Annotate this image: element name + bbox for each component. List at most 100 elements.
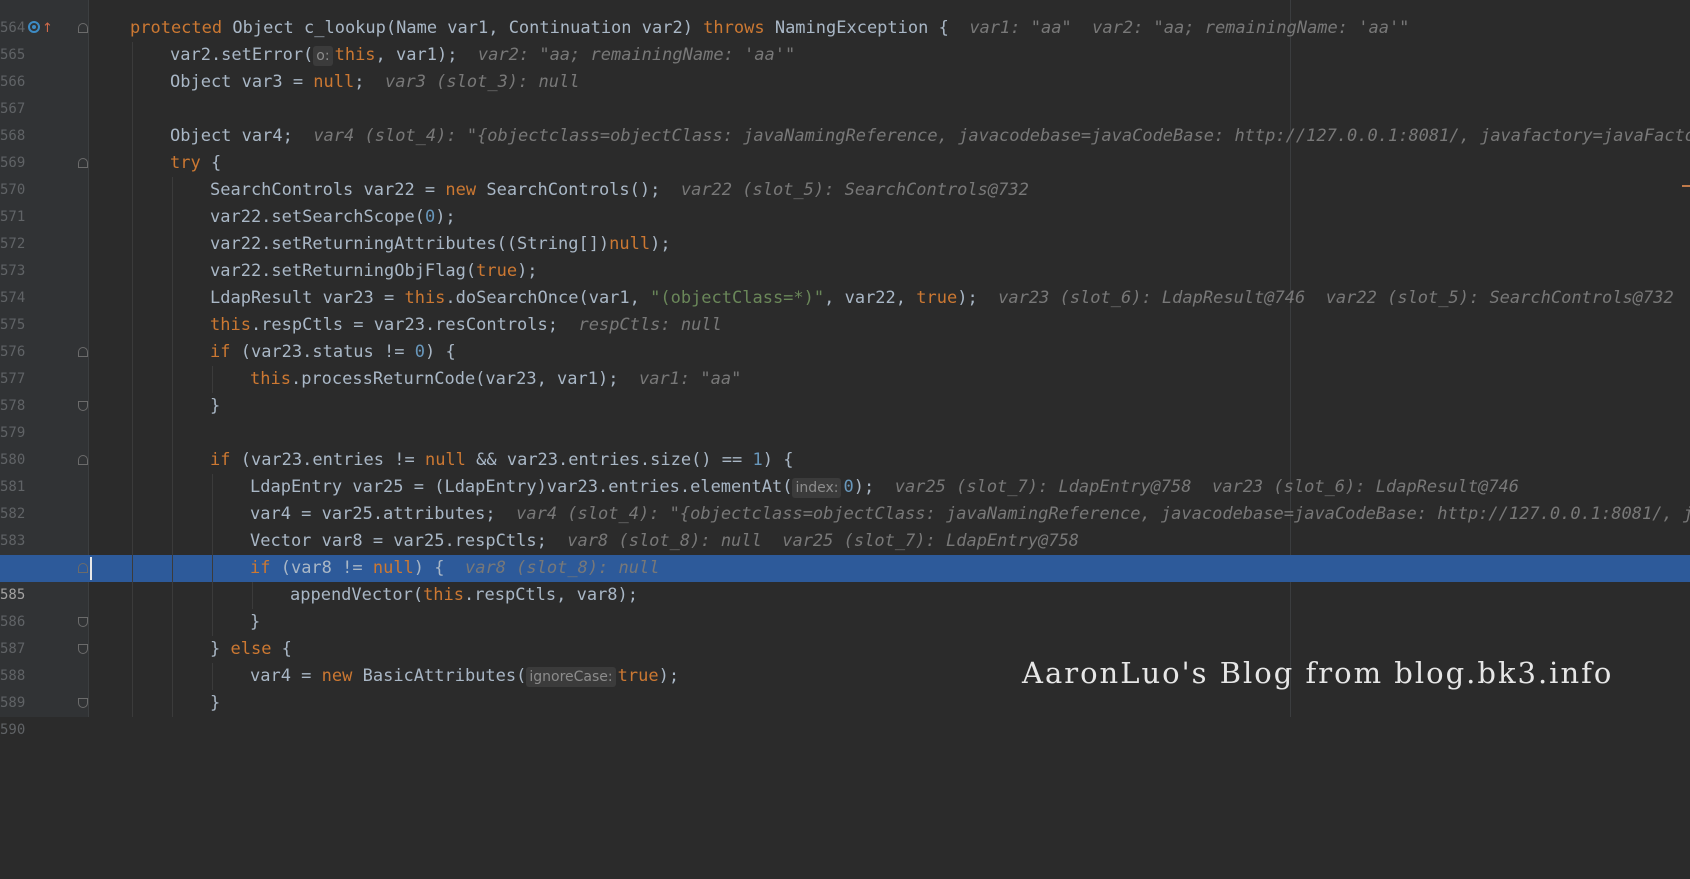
code-line[interactable]: 567 Object var3 = null; var3 (slot_3): n… (0, 69, 1690, 117)
inline-debug-value: var25 (slot_7): LdapEntry@758 var23 (slo… (894, 477, 1520, 497)
code-line[interactable]: 573 var22.setReturningAttributes((String… (0, 231, 1690, 279)
indent-guide (172, 231, 173, 258)
fold-toggle-icon[interactable] (78, 698, 88, 708)
indent-guide (132, 582, 133, 609)
indent-guide (172, 636, 173, 663)
inline-debug-value: var23 (slot_6): LdapResult@746 var22 (sl… (998, 288, 1674, 308)
fold-toggle-icon[interactable] (78, 347, 88, 357)
code-line[interactable]: 576 this.respCtls = var23.resControls; r… (0, 312, 1690, 360)
override-arrow-icon[interactable]: ↑ (42, 15, 53, 42)
code-line[interactable]: 571 SearchControls var22 = new SearchCon… (0, 177, 1690, 225)
scrollbar-marker[interactable] (1682, 185, 1690, 187)
indent-guide (172, 420, 173, 447)
parameter-hint: ignoreCase: (526, 667, 616, 687)
code-line[interactable]: 581 if (var23.entries != null && var23.e… (0, 447, 1690, 495)
indent-guide (172, 393, 173, 420)
indent-guide (172, 447, 173, 474)
code-line[interactable]: 565 ↑ protected Object c_lookup(Name var… (0, 15, 1690, 63)
indent-guide (172, 582, 173, 609)
code-text: var22.setReturningAttributes((String[])n… (210, 234, 671, 254)
code-editor[interactable]: 564 565 ↑ protected Object c_lookup(Name… (0, 0, 1690, 738)
code-line[interactable]: 575 LdapResult var23 = this.doSearchOnce… (0, 285, 1690, 333)
indent-guide (212, 609, 213, 636)
inline-debug-value: var22 (slot_5): SearchControls@732 (680, 180, 1029, 200)
code-line[interactable]: 569 Object var4; var4 (slot_4): "{object… (0, 123, 1690, 171)
indent-guide (132, 204, 133, 231)
code-line[interactable]: 580 (0, 420, 1690, 468)
code-text: if (var8 != null) { var8 (slot_8): null (250, 558, 660, 578)
code-text: var2.setError(o: this, var1); var2: "aa; … (170, 45, 796, 66)
indent-guide (172, 177, 173, 204)
line-number: 590 (0, 722, 26, 738)
indent-guide (172, 339, 173, 366)
method-breakpoint-icon[interactable] (28, 21, 40, 33)
fold-toggle-icon[interactable] (78, 455, 88, 465)
indent-guide (132, 420, 133, 447)
indent-guide (132, 690, 133, 717)
indent-guide (132, 636, 133, 663)
code-line[interactable]: 568 (0, 96, 1690, 144)
code-text: if (var23.status != 0) { (210, 342, 456, 362)
code-line[interactable]: 574 var22.setReturningObjFlag(true); (0, 258, 1690, 306)
indent-guide (132, 555, 133, 582)
indent-guide (172, 285, 173, 312)
indent-guide (132, 177, 133, 204)
code-text: } (210, 396, 221, 416)
fold-toggle-icon[interactable] (78, 617, 88, 627)
code-line[interactable]: 578 this.processReturnCode(var23, var1);… (0, 366, 1690, 414)
code-text: this.respCtls = var23.resControls; respC… (210, 315, 722, 335)
indent-guide (212, 474, 213, 501)
fold-toggle-icon[interactable] (78, 401, 88, 411)
indent-guide (172, 690, 173, 717)
indent-guide (172, 312, 173, 339)
parameter-hint: o: (313, 46, 333, 66)
indent-guide (132, 42, 133, 69)
indent-guide (212, 663, 213, 690)
code-text: var22.setReturningObjFlag(true); (210, 261, 538, 281)
indent-guide (132, 285, 133, 312)
fold-toggle-icon[interactable] (78, 563, 88, 573)
code-text: appendVector(this.respCtls, var8); (290, 585, 639, 605)
indent-guide (132, 366, 133, 393)
inline-debug-value: var4 (slot_4): "{objectclass=objectClass… (313, 126, 1690, 146)
fold-toggle-icon[interactable] (78, 644, 88, 654)
code-line[interactable]: 572 var22.setSearchScope(0); (0, 204, 1690, 252)
indent-guide (212, 501, 213, 528)
code-line[interactable]: 583 var4 = var25.attributes; var4 (slot_… (0, 501, 1690, 549)
indent-guide (172, 474, 173, 501)
indent-guide (132, 150, 133, 177)
indent-guide (132, 258, 133, 285)
code-text: protected Object c_lookup(Name var1, Con… (130, 18, 1410, 38)
inline-debug-value: var1: "aa" (638, 369, 742, 389)
code-text: var4 = var25.attributes; var4 (slot_4): … (250, 501, 1690, 528)
code-line[interactable]: 584 Vector var8 = var25.respCtls; var8 (… (0, 528, 1690, 576)
inline-debug-value: var3 (slot_3): null (384, 72, 580, 92)
code-line[interactable]: 582 LdapEntry var25 = (LdapEntry)var23.e… (0, 474, 1690, 522)
inline-debug-value: var2: "aa; remainingName: 'aa'" (477, 45, 796, 65)
code-line[interactable]: 566 var2.setError(o: this, var1); var2: "… (0, 42, 1690, 90)
code-text: Vector var8 = var25.respCtls; var8 (slot… (250, 531, 1080, 551)
code-line[interactable]: 577 if (var23.status != 0) { (0, 339, 1690, 387)
indent-guide (172, 204, 173, 231)
current-execution-line[interactable]: 585 if (var8 != null) { var8 (slot_8): n… (0, 555, 1690, 603)
code-line[interactable]: 586 appendVector(this.respCtls, var8); (0, 582, 1690, 630)
text-caret (90, 557, 92, 580)
code-line[interactable]: 587 } (0, 609, 1690, 657)
code-line[interactable]: 564 (0, 0, 1690, 36)
indent-guide (172, 528, 173, 555)
code-line[interactable]: 590 } (0, 690, 1690, 738)
code-text: SearchControls var22 = new SearchControl… (210, 180, 1029, 200)
code-line[interactable]: 579 } (0, 393, 1690, 441)
inline-debug-value: var1: "aa" var2: "aa; remainingName: 'aa… (969, 18, 1410, 38)
indent-guide (172, 258, 173, 285)
indent-guide (132, 339, 133, 366)
code-line[interactable]: 570 try { (0, 150, 1690, 198)
fold-toggle-icon[interactable] (78, 23, 88, 33)
code-text: try { (170, 153, 222, 173)
indent-guide (132, 663, 133, 690)
indent-guide (132, 69, 133, 96)
code-text: } (210, 693, 221, 713)
blog-watermark: AaronLuo's Blog from blog.bk3.info (1022, 656, 1614, 690)
fold-toggle-icon[interactable] (78, 158, 88, 168)
code-text: if (var23.entries != null && var23.entri… (210, 450, 794, 470)
